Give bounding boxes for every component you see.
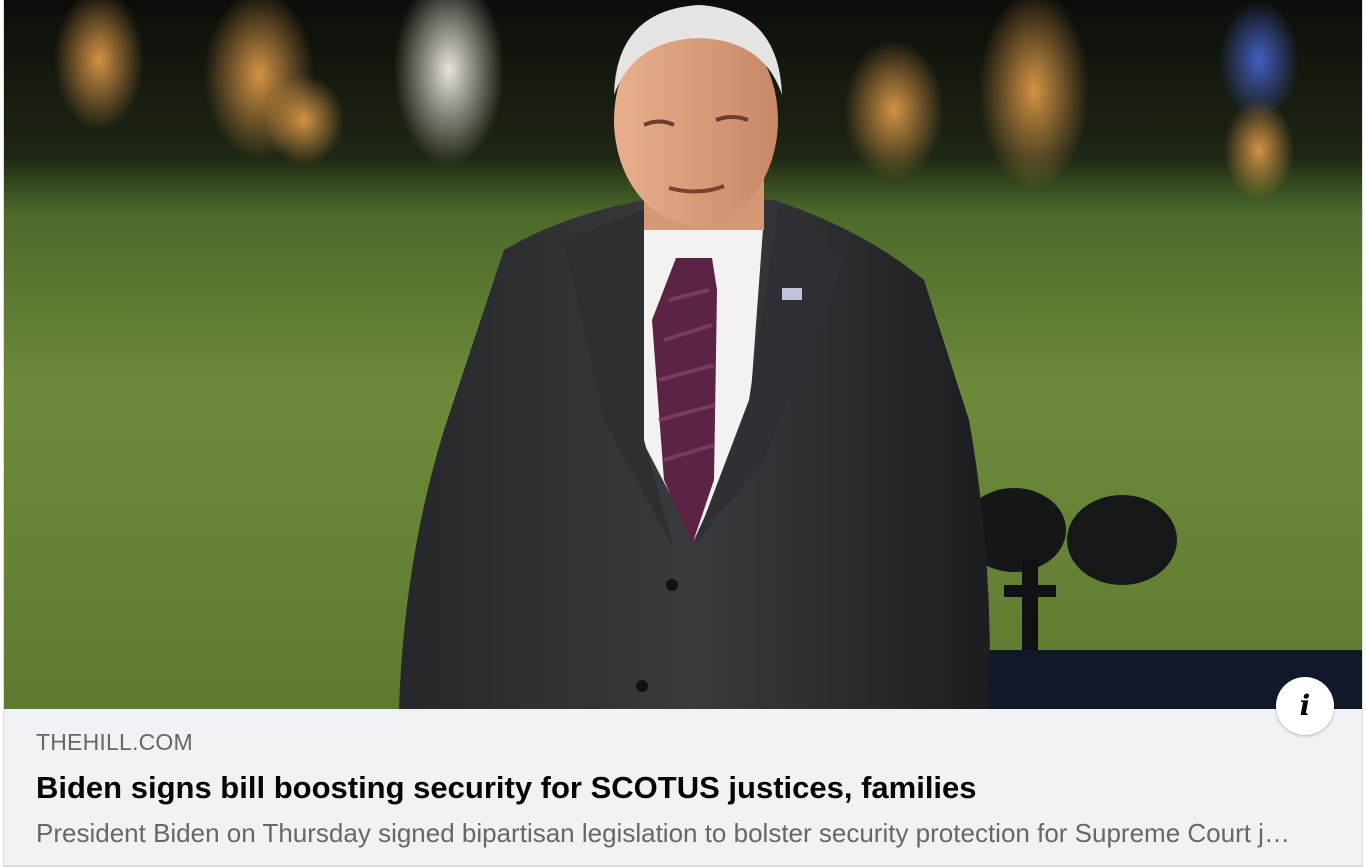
link-description: President Biden on Thursday signed bipar… xyxy=(36,818,1294,848)
link-domain: THEHILL.COM xyxy=(36,729,193,755)
link-preview-meta[interactable]: THEHILL.COM Biden signs bill boosting se… xyxy=(36,709,1294,849)
info-icon: i xyxy=(1299,689,1311,722)
link-preview-card[interactable]: i THEHILL.COM Biden signs bill boosting … xyxy=(3,0,1363,867)
link-title[interactable]: Biden signs bill boosting security for S… xyxy=(36,770,1294,806)
link-preview-image[interactable] xyxy=(4,0,1362,709)
